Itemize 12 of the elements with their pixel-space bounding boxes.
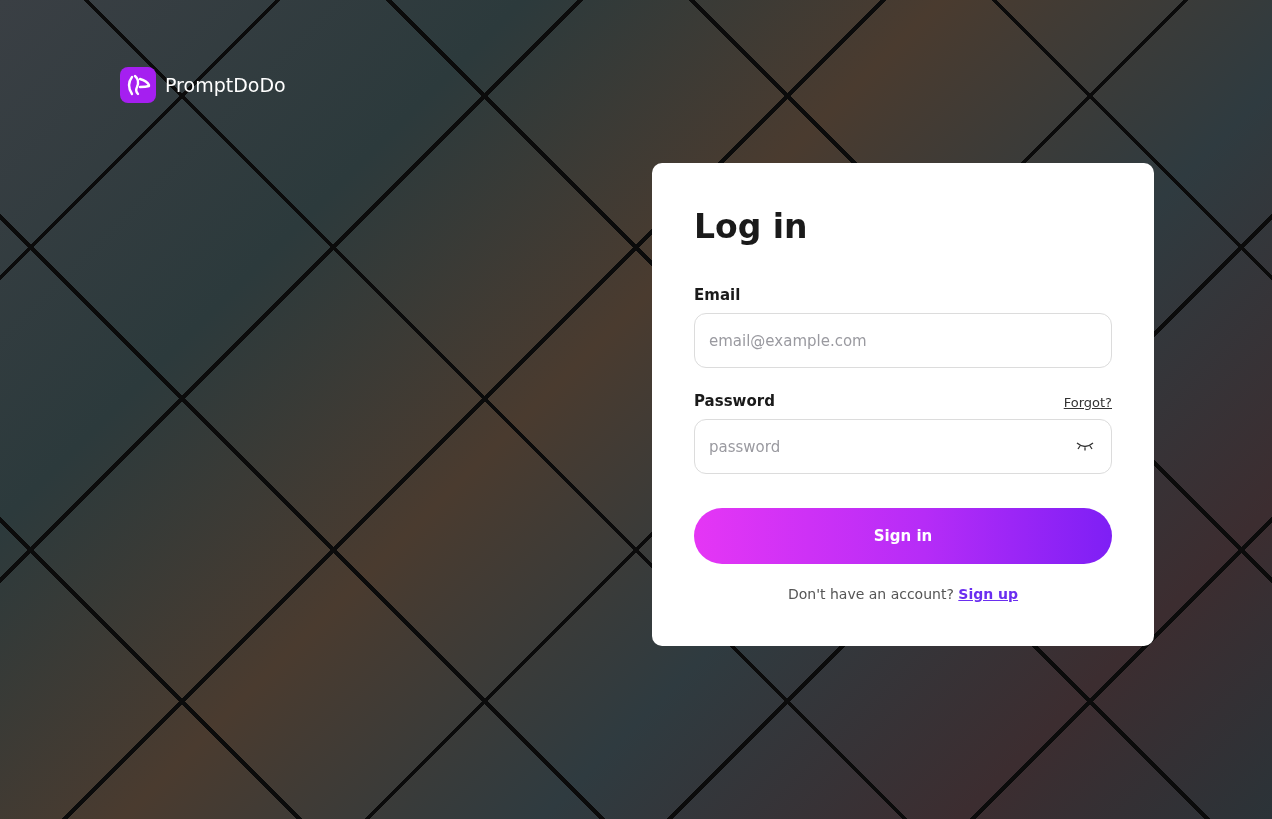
closed-eye-icon[interactable] [1076,441,1094,451]
signup-prompt: Don't have an account? Sign up [786,586,1020,602]
login-title: Log in [694,207,809,246]
email-field[interactable]: email@example.com [694,313,1112,368]
password-field[interactable]: password [694,419,1112,474]
sign-up-link[interactable]: Sign up [958,586,1019,602]
field-label: Email [694,286,741,304]
sign-in-button[interactable]: Sign in [694,508,1112,564]
field-label: Password [694,392,775,410]
brand-name: PromptDoDo [165,74,286,96]
forgot-link[interactable]: Forgot? [1063,395,1112,410]
logo-icon [120,67,156,103]
